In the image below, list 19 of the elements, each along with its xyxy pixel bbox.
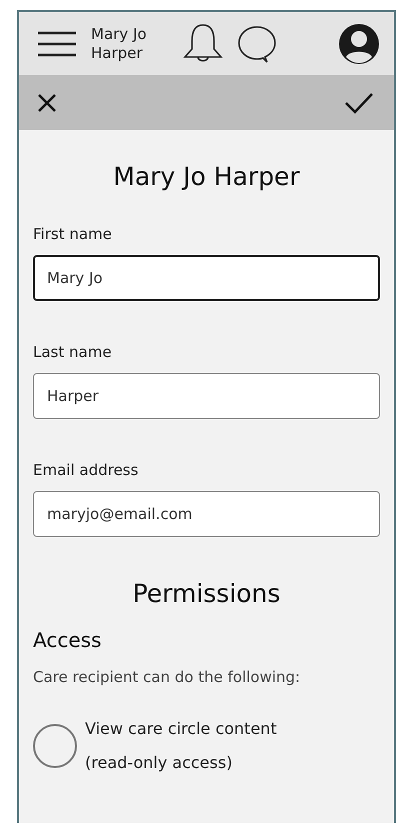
profile-icon[interactable] [338, 22, 380, 64]
checkmark-icon[interactable] [344, 92, 374, 114]
field-label: Email address [33, 461, 140, 479]
field-label: Last name [33, 343, 113, 361]
text-field[interactable]: Mary Jo [33, 255, 380, 301]
text-field[interactable]: maryjo@email.com [33, 491, 380, 537]
close-icon[interactable] [37, 92, 57, 112]
user-name: Mary Jo Harper [91, 24, 148, 62]
description-text: Care recipient can do the following: [33, 668, 302, 686]
page-title: Mary Jo Harper [112, 162, 301, 191]
field-label: First name [33, 225, 113, 243]
text-field[interactable]: Harper [33, 373, 380, 419]
section-title: Permissions [132, 579, 282, 608]
chat-icon[interactable] [237, 24, 277, 64]
option-label: View care circle content (read-only access) [85, 718, 278, 774]
section-subtitle: Access [33, 628, 102, 652]
bell-icon[interactable] [183, 22, 223, 64]
radio-button[interactable] [33, 724, 77, 768]
menu-icon[interactable] [37, 30, 77, 56]
